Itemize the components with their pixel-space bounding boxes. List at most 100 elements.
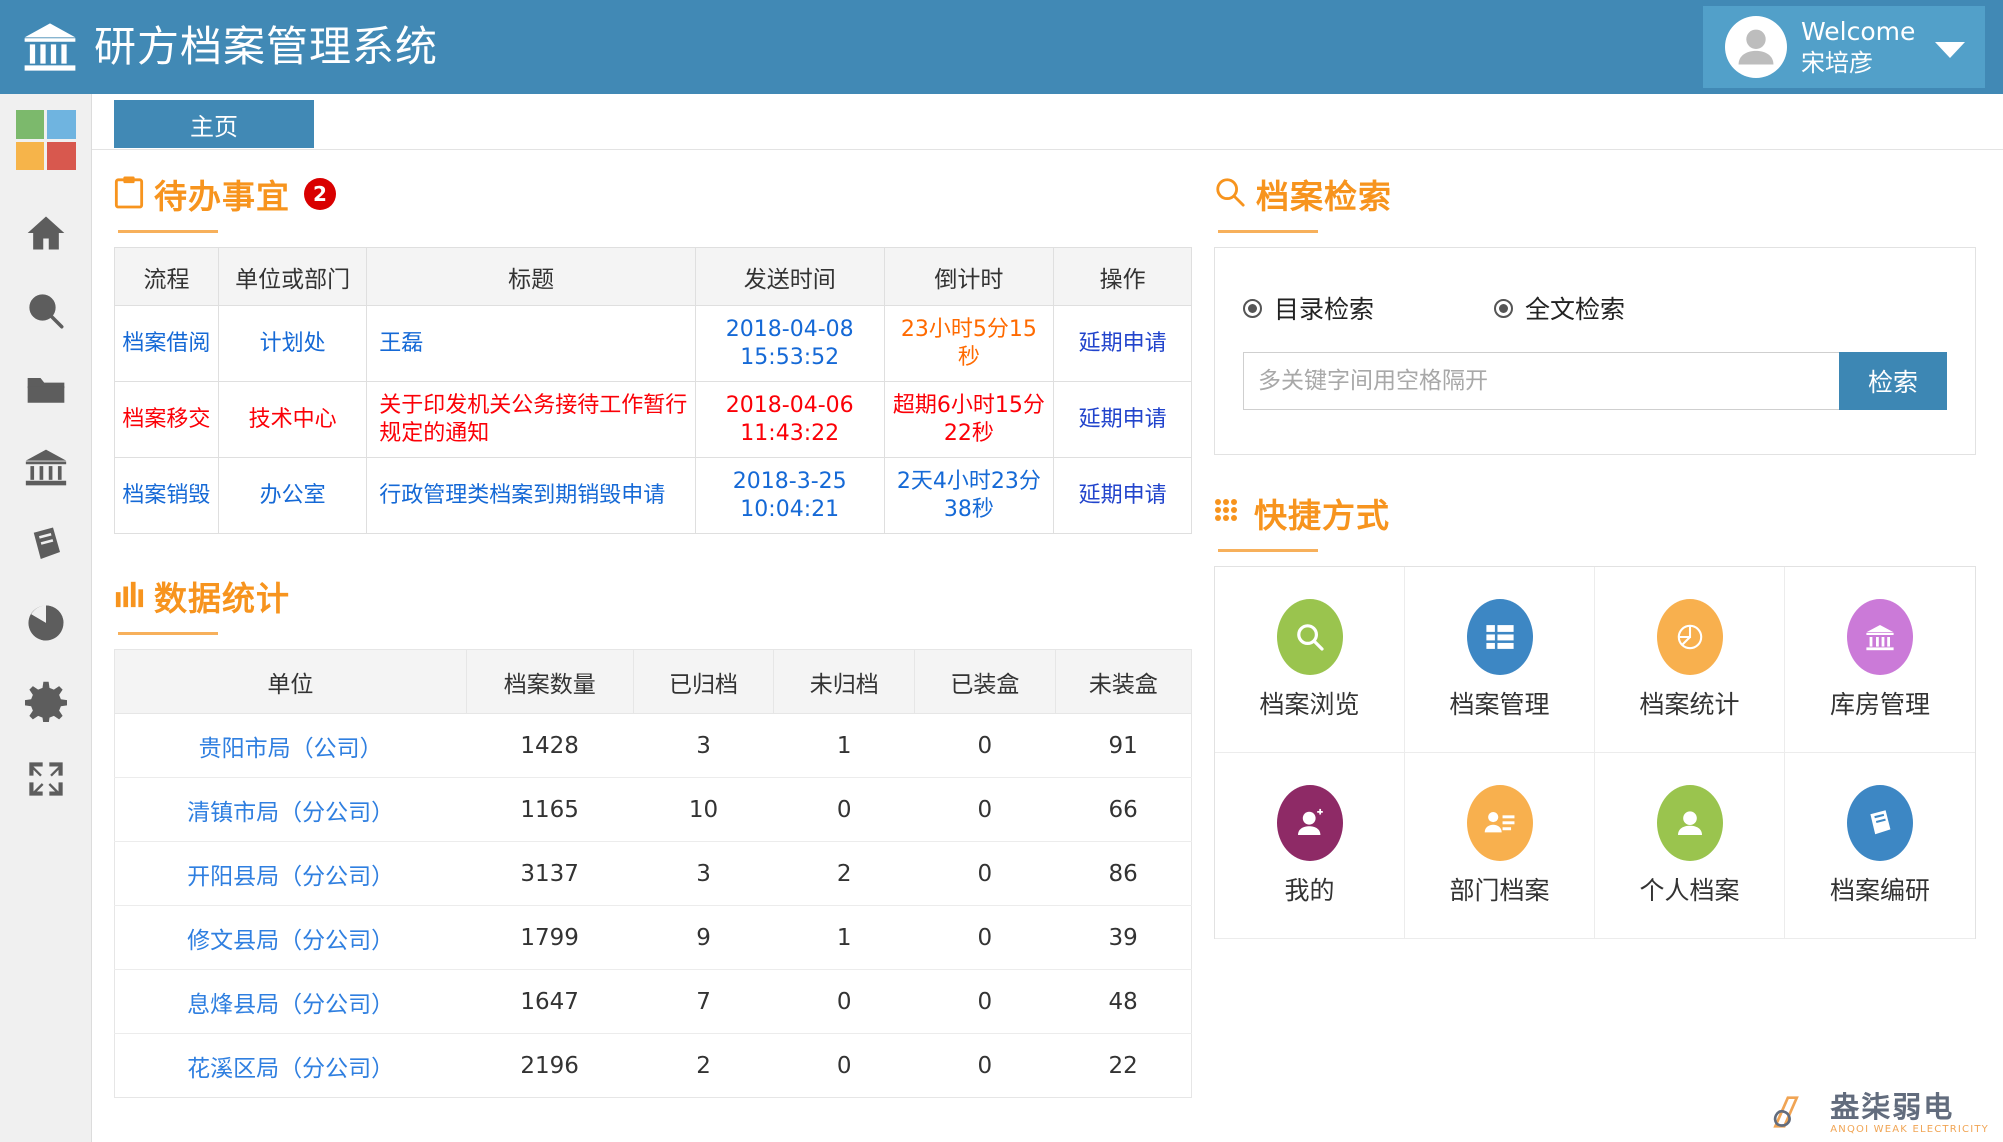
stats-unit[interactable]: 清镇市局（分公司）	[114, 777, 467, 842]
table-row[interactable]: 修文县局（分公司） 1799 9 1 0 39	[114, 905, 1192, 970]
todo-flow[interactable]: 档案销毁	[114, 457, 219, 534]
stats-total: 3137	[466, 841, 634, 906]
sidebar-item-repository[interactable]	[0, 428, 92, 506]
stats-col-total: 档案数量	[466, 649, 634, 714]
chevron-down-icon[interactable]	[1935, 42, 1966, 58]
app-logo-grid[interactable]	[15, 110, 76, 170]
right-column: 档案检索 目录检索 全文检索 多关键字间用空格隔开 检索 快捷方式 档案浏览 档…	[1202, 150, 1992, 1098]
sidebar-item-fullscreen[interactable]	[0, 740, 92, 818]
dashboard-columns: 待办事宜 2 流程 单位或部门 标题 发送时间 倒计时 操作 档案借阅 计划处 …	[92, 150, 2003, 1098]
watermark-logo-icon	[1770, 1090, 1820, 1138]
stats-unarchived: 0	[773, 777, 915, 842]
stats-unarchived: 2	[773, 841, 915, 906]
search-mode-radios: 目录检索 全文检索	[1243, 290, 1947, 326]
stats-unit[interactable]: 开阳县局（分公司）	[114, 841, 467, 906]
table-row[interactable]: 贵阳市局（公司） 1428 3 1 0 91	[114, 713, 1192, 778]
tab-home[interactable]: 主页	[114, 100, 314, 148]
stats-total: 1799	[466, 905, 634, 970]
search-button[interactable]: 检索	[1839, 352, 1947, 410]
search-section-rule	[1218, 230, 1318, 233]
shortcut-archive-compilation[interactable]: 档案编研	[1785, 753, 1975, 939]
stats-archived: 9	[633, 905, 774, 970]
todo-table-header-row: 流程 单位或部门 标题 发送时间 倒计时 操作	[114, 247, 1192, 306]
radio-fulltext-label: 全文检索	[1525, 295, 1626, 324]
app-root: 研方档案管理系统 Welcome 宋培彦 主页 待办事宜 2 流程 单位或部门 …	[0, 0, 2003, 1142]
stats-unboxed: 39	[1055, 905, 1192, 970]
todo-flow[interactable]: 档案借阅	[114, 305, 219, 382]
sidebar-item-compilation[interactable]	[0, 506, 92, 584]
shortcuts-title: 快捷方式	[1254, 496, 1390, 535]
shortcut-label: 档案编研	[1829, 875, 1930, 905]
stats-unit[interactable]: 花溪区局（分公司）	[115, 1034, 467, 1098]
stats-unarchived: 0	[836, 1052, 852, 1079]
stats-col-unit: 单位	[114, 649, 467, 714]
todo-dept: 办公室	[217, 457, 368, 534]
radio-dot-icon[interactable]	[1494, 298, 1514, 318]
stats-unarchived: 1	[773, 905, 915, 970]
sidebar-item-folder[interactable]	[0, 350, 92, 428]
shortcut-my[interactable]: 我的	[1215, 753, 1405, 939]
todo-col-dept: 单位或部门	[217, 247, 368, 306]
bar-chart-icon	[114, 579, 144, 613]
todo-action-extend[interactable]: 延期申请	[1053, 457, 1192, 534]
table-row[interactable]: 档案借阅 计划处 王磊 2018-04-08 15:53:52 23小时5分15…	[114, 305, 1192, 382]
todo-sendtime: 2018-04-06 11:43:22	[694, 381, 885, 458]
table-row[interactable]: 档案移交 技术中心 关于印发机关公务接待工作暂行规定的通知 2018-04-06…	[114, 381, 1192, 458]
todo-table: 流程 单位或部门 标题 发送时间 倒计时 操作 档案借阅 计划处 王磊 2018…	[114, 247, 1192, 534]
shortcut-repository-manage[interactable]: 库房管理	[1785, 567, 1975, 753]
table-row[interactable]: 花溪区局（分公司） 2196 2 0 0 22	[115, 1034, 1192, 1098]
shortcut-department-archive[interactable]: 部门档案	[1405, 753, 1595, 939]
table-row[interactable]: 档案销毁 办公室 行政管理类档案到期销毁申请 2018-3-25 10:04:2…	[114, 457, 1192, 534]
table-row[interactable]: 清镇市局（分公司） 1165 10 0 0 66	[114, 777, 1192, 842]
user-name: 宋培彦	[1801, 49, 1873, 77]
watermark-en: ANQOI WEAK ELECTRICITY	[1830, 1124, 1989, 1135]
shortcut-archive-manage[interactable]: 档案管理	[1405, 567, 1595, 753]
watermark: 盎柒弱电 ANQOI WEAK ELECTRICITY	[1770, 1090, 1989, 1138]
stats-boxed: 0	[914, 969, 1056, 1034]
shortcut-archive-statistics[interactable]: 档案统计	[1595, 567, 1785, 753]
radio-catalog-search[interactable]: 目录检索	[1243, 290, 1374, 326]
logo-tile-blue	[47, 110, 76, 139]
todo-title-cell[interactable]: 王磊	[366, 305, 696, 382]
left-column: 待办事宜 2 流程 单位或部门 标题 发送时间 倒计时 操作 档案借阅 计划处 …	[92, 150, 1202, 1098]
stats-table-header-row: 单位 档案数量 已归档 未归档 已装盒 未装盒	[114, 649, 1192, 714]
users-card-icon	[1466, 784, 1533, 861]
search-title: 档案检索	[1256, 177, 1392, 216]
todo-flow[interactable]: 档案移交	[114, 381, 219, 458]
left-sidebar	[0, 94, 92, 1142]
stats-unit[interactable]: 息烽县局（分公司）	[114, 969, 467, 1034]
stats-archived: 3	[633, 841, 774, 906]
search-input[interactable]	[1243, 352, 1839, 410]
radio-catalog-label: 目录检索	[1274, 295, 1375, 324]
todo-title-cell[interactable]: 关于印发机关公务接待工作暂行规定的通知	[366, 381, 696, 458]
sidebar-item-home[interactable]	[0, 194, 92, 272]
table-row[interactable]: 息烽县局（分公司） 1647 7 0 0 48	[114, 969, 1192, 1034]
sidebar-item-search[interactable]	[0, 272, 92, 350]
shortcut-personal-archive[interactable]: 个人档案	[1595, 753, 1785, 939]
table-icon	[1466, 598, 1533, 675]
user-menu[interactable]: Welcome 宋培彦	[1703, 6, 1985, 88]
search-panel: 目录检索 全文检索 检索	[1214, 247, 1976, 455]
table-row[interactable]: 开阳县局（分公司） 3137 3 2 0 86	[114, 841, 1192, 906]
stats-unit[interactable]: 修文县局（分公司）	[114, 905, 467, 970]
shortcut-archive-browse[interactable]: 档案浏览	[1215, 567, 1405, 753]
stats-unit[interactable]: 贵阳市局（公司）	[114, 713, 467, 778]
watermark-cn: 盎柒弱电	[1830, 1090, 1955, 1124]
clipboard-icon	[114, 175, 144, 213]
todo-action-extend[interactable]: 延期申请	[1053, 305, 1192, 382]
stats-unboxed: 22	[1108, 1052, 1138, 1079]
shortcut-label: 档案统计	[1639, 689, 1740, 719]
todo-action-extend[interactable]: 延期申请	[1053, 381, 1192, 458]
shortcut-label: 我的	[1284, 875, 1335, 905]
sidebar-item-settings[interactable]	[0, 662, 92, 740]
radio-dot-icon[interactable]	[1243, 298, 1262, 318]
stats-boxed: 0	[977, 1052, 993, 1079]
radio-fulltext-search[interactable]: 全文检索	[1494, 290, 1625, 326]
tab-bar: 主页	[92, 94, 2003, 150]
stats-boxed: 0	[914, 713, 1056, 778]
shortcuts-section-header: 快捷方式	[1214, 489, 1992, 537]
sidebar-item-statistics[interactable]	[0, 584, 92, 662]
todo-title-cell[interactable]: 行政管理类档案到期销毁申请	[366, 457, 696, 534]
logo-tile-green	[15, 110, 44, 139]
todo-dept: 技术中心	[217, 381, 368, 458]
